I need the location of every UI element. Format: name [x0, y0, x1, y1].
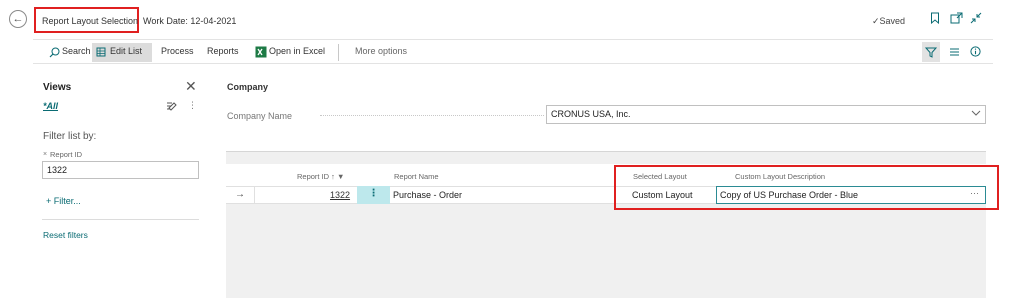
views-title: Views [43, 82, 72, 93]
filter-field-label: Report ID [50, 150, 83, 159]
search-button[interactable]: Search [62, 46, 91, 56]
search-icon [49, 47, 60, 58]
edit-list-icon [96, 47, 106, 57]
cell-report-name: Purchase - Order [393, 190, 463, 200]
bookmark-icon[interactable] [930, 12, 940, 24]
saved-status: ✓Saved [872, 16, 906, 26]
company-name-label: Company Name [227, 111, 293, 121]
more-options-button[interactable]: More options [355, 46, 407, 56]
close-icon[interactable]: ✕ [185, 78, 197, 95]
edit-view-icon[interactable] [166, 101, 177, 111]
row-menu-icon[interactable]: ⋮ [357, 186, 390, 204]
row-selector-arrow-icon[interactable]: → [226, 186, 255, 204]
back-arrow-icon: ← [12, 12, 24, 25]
action-bar: Search Edit List Process Reports Open in… [33, 39, 993, 64]
add-filter-link[interactable]: + Filter... [46, 196, 81, 206]
filter-icon [925, 47, 937, 58]
collapse-icon[interactable] [970, 12, 982, 24]
view-more-icon[interactable]: ⋮ [188, 100, 197, 111]
remove-filter-icon[interactable]: × [43, 151, 47, 158]
layout-highlight-box [614, 165, 999, 210]
action-separator [338, 44, 339, 61]
cell-report-id[interactable]: 1322 [330, 190, 350, 200]
open-new-window-icon[interactable] [950, 12, 963, 24]
back-button[interactable]: ← [9, 10, 27, 28]
sidebar-divider [42, 219, 199, 220]
info-icon[interactable] [970, 46, 981, 57]
filter-pane-button[interactable] [922, 42, 940, 62]
reports-menu[interactable]: Reports [207, 46, 239, 56]
report-id-filter-input[interactable]: 1322 [42, 161, 199, 179]
field-leader-dots [320, 115, 544, 116]
list-view-icon[interactable] [949, 47, 960, 57]
edit-list-label: Edit List [110, 46, 143, 56]
page-title: Report Layout Selection [42, 16, 139, 26]
open-in-excel-button[interactable]: Open in Excel [269, 46, 325, 56]
reset-filters-link[interactable]: Reset filters [43, 230, 88, 240]
column-header-report-id[interactable]: Report ID ↑ ▼ [297, 172, 344, 181]
process-menu[interactable]: Process [161, 46, 194, 56]
view-all-link[interactable]: *All [43, 101, 58, 111]
chevron-down-icon [971, 110, 981, 116]
company-name-value: CRONUS USA, Inc. [551, 109, 631, 119]
filter-list-by-label: Filter list by: [43, 131, 97, 142]
excel-icon [255, 46, 267, 58]
column-header-report-name[interactable]: Report Name [394, 172, 439, 181]
company-heading: Company [227, 82, 269, 92]
work-date: Work Date: 12-04-2021 [143, 16, 237, 26]
